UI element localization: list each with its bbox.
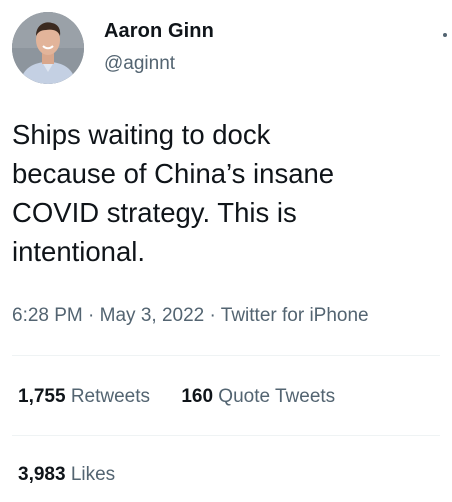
tweet-time[interactable]: 6:28 PM — [12, 305, 83, 326]
retweets-count: 1,755 — [18, 386, 66, 407]
tweet-date[interactable]: May 3, 2022 — [100, 305, 205, 326]
quote-tweets-stat[interactable]: 160 Quote Tweets — [181, 386, 335, 408]
likes-stat[interactable]: 3,983 Likes — [18, 464, 115, 486]
divider — [12, 435, 440, 436]
more-options-dot — [443, 33, 447, 37]
quote-tweets-label: Quote Tweets — [218, 386, 336, 407]
tweet-text: Ships waiting to dock because of China’s… — [12, 119, 335, 267]
author-name[interactable]: Aaron Ginn — [104, 20, 214, 43]
tweet-source[interactable]: Twitter for iPhone — [221, 305, 369, 326]
avatar-image — [12, 12, 84, 84]
tweet-card: Aaron Ginn @aginnt Ships waiting to dock… — [0, 0, 452, 502]
likes-label: Likes — [70, 464, 116, 485]
likes-row: 3,983 Likes — [18, 464, 115, 486]
avatar[interactable] — [12, 12, 84, 84]
divider — [12, 355, 440, 356]
more-options-icon[interactable] — [440, 30, 450, 40]
tweet-meta: 6:28 PM · May 3, 2022 · Twitter for iPho… — [12, 305, 369, 327]
meta-separator: · — [204, 305, 221, 326]
engagement-row: 1,755 Retweets 160 Quote Tweets — [18, 386, 335, 408]
likes-count: 3,983 — [18, 464, 66, 485]
quote-tweets-count: 160 — [181, 386, 214, 407]
author-handle[interactable]: @aginnt — [104, 53, 175, 75]
retweets-stat[interactable]: 1,755 Retweets — [18, 386, 150, 408]
retweets-label: Retweets — [70, 386, 151, 407]
meta-separator: · — [82, 305, 100, 326]
